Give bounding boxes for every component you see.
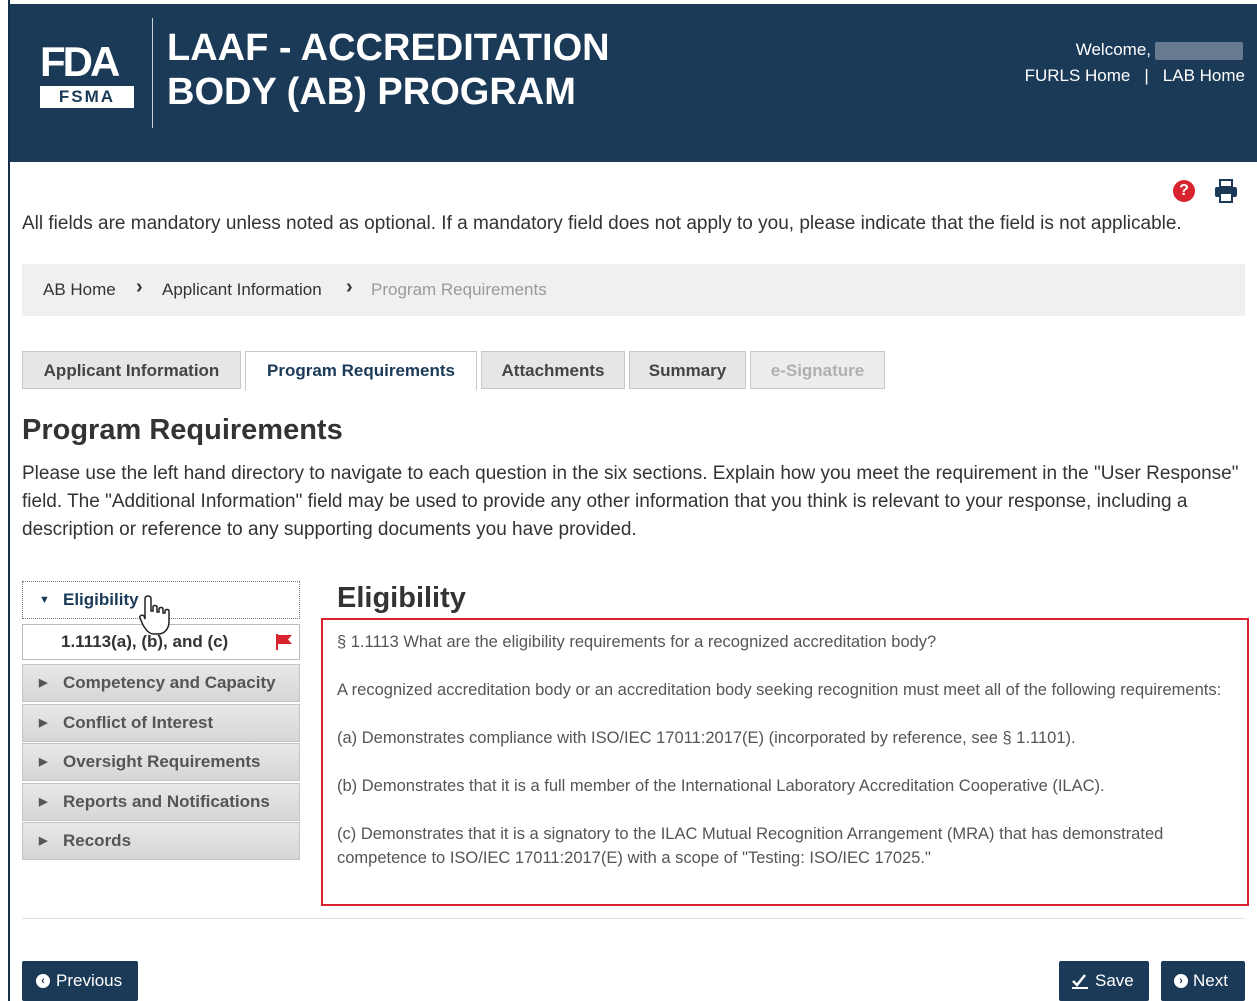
page-title: Program Requirements bbox=[22, 414, 343, 446]
previous-button[interactable]: ‹ Previous bbox=[22, 961, 138, 1001]
nav-section-reports[interactable]: ▶ Reports and Notifications bbox=[22, 783, 300, 821]
previous-button-label: Previous bbox=[56, 971, 123, 990]
caret-right-icon: ▶ bbox=[39, 756, 48, 768]
print-icon[interactable] bbox=[1213, 178, 1239, 204]
chevron-right-icon: › bbox=[1174, 974, 1188, 988]
nav-section-label: Conflict of Interest bbox=[63, 713, 214, 732]
help-icon[interactable]: ? bbox=[1173, 180, 1195, 202]
requirement-paragraph: (c) Demonstrates that it is a signatory … bbox=[337, 825, 1164, 867]
welcome-label: Welcome, bbox=[1075, 40, 1151, 59]
tab-attachments[interactable]: Attachments bbox=[481, 351, 625, 389]
nav-section-label: Oversight Requirements bbox=[63, 752, 261, 771]
fda-fsma-logo: FDA FSMA bbox=[40, 38, 134, 110]
hand-cursor-icon bbox=[139, 595, 170, 635]
tab-applicant-information[interactable]: Applicant Information bbox=[22, 351, 241, 389]
caret-right-icon: ▶ bbox=[39, 717, 48, 729]
header-divider bbox=[152, 18, 153, 128]
requirement-paragraph: (a) Demonstrates compliance with ISO/IEC… bbox=[337, 729, 1076, 747]
save-check-icon bbox=[1072, 974, 1088, 989]
app-title-line2: BODY (AB) PROGRAM bbox=[167, 71, 576, 113]
tab-program-requirements[interactable]: Program Requirements bbox=[245, 351, 477, 391]
nav-section-conflict-of-interest[interactable]: ▶ Conflict of Interest bbox=[22, 704, 300, 742]
header-links: FURLS Home | LAB Home bbox=[1025, 66, 1245, 86]
user-name-redacted bbox=[1155, 41, 1243, 60]
tab-summary[interactable]: Summary bbox=[629, 351, 746, 389]
section-title: Eligibility bbox=[337, 582, 466, 614]
breadcrumb-applicant-information[interactable]: Applicant Information bbox=[162, 280, 322, 300]
chevron-left-icon: ‹ bbox=[36, 974, 50, 988]
nav-section-label: Eligibility bbox=[63, 590, 139, 609]
nav-section-label: Competency and Capacity bbox=[63, 673, 276, 692]
requirement-text-box: § 1.1113 What are the eligibility requir… bbox=[321, 618, 1249, 906]
next-button-label: Next bbox=[1193, 971, 1228, 990]
nav-section-label: Records bbox=[63, 831, 132, 850]
link-separator: | bbox=[1144, 66, 1149, 85]
save-button[interactable]: Save bbox=[1059, 961, 1149, 1001]
footer-divider bbox=[22, 918, 1245, 919]
breadcrumb-ab-home[interactable]: AB Home bbox=[43, 280, 116, 300]
instructions-text: All fields are mandatory unless noted as… bbox=[22, 213, 1182, 234]
nav-section-label: Reports and Notifications bbox=[63, 792, 270, 811]
requirement-paragraph: A recognized accreditation body or an ac… bbox=[337, 681, 1222, 699]
app-title: LAAF - ACCREDITATION BODY (AB) PROGRAM bbox=[167, 26, 687, 114]
app-title-line1: LAAF - ACCREDITATION bbox=[167, 27, 610, 69]
nav-section-records[interactable]: ▶ Records bbox=[22, 822, 300, 860]
logo-fda-text: FDA bbox=[40, 38, 120, 85]
furls-home-link[interactable]: FURLS Home bbox=[1025, 66, 1131, 86]
caret-right-icon: ▶ bbox=[39, 677, 48, 689]
flag-icon bbox=[276, 634, 292, 650]
breadcrumb: AB Home › Applicant Information › Progra… bbox=[22, 264, 1245, 316]
save-button-label: Save bbox=[1095, 971, 1134, 990]
tab-e-signature: e-Signature bbox=[750, 351, 885, 389]
caret-right-icon: ▶ bbox=[39, 835, 48, 847]
chevron-right-icon: › bbox=[136, 276, 143, 298]
caret-right-icon: ▶ bbox=[39, 796, 48, 808]
lab-home-link[interactable]: LAB Home bbox=[1163, 66, 1245, 86]
site-header: FDA FSMA LAAF - ACCREDITATION BODY (AB) … bbox=[10, 4, 1257, 162]
page-description: Please use the left hand directory to na… bbox=[22, 463, 1239, 540]
requirement-paragraph: (b) Demonstrates that it is a full membe… bbox=[337, 777, 1105, 795]
requirement-paragraph: § 1.1113 What are the eligibility requir… bbox=[337, 633, 937, 651]
logo-fsma-text: FSMA bbox=[40, 86, 134, 108]
caret-down-icon: ▼ bbox=[39, 594, 50, 606]
welcome-text: Welcome, bbox=[1076, 40, 1243, 60]
nav-section-competency[interactable]: ▶ Competency and Capacity bbox=[22, 664, 300, 702]
chevron-right-icon: › bbox=[346, 276, 353, 298]
next-button[interactable]: › Next bbox=[1161, 961, 1245, 1001]
nav-section-oversight[interactable]: ▶ Oversight Requirements bbox=[22, 743, 300, 781]
breadcrumb-current: Program Requirements bbox=[371, 280, 547, 299]
